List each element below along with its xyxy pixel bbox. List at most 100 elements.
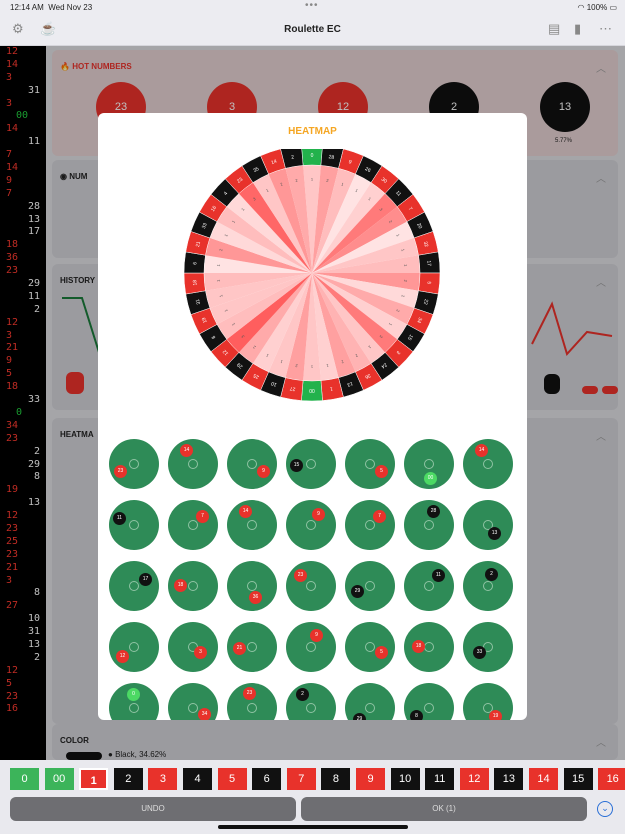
- heatmap-cell: 7: [168, 500, 218, 550]
- cell-ball: 12: [116, 650, 129, 663]
- number-key-8[interactable]: 8: [321, 768, 351, 790]
- cell-center-ring: [483, 581, 493, 591]
- number-key-14[interactable]: 14: [529, 768, 558, 790]
- battery-percent: 100%: [586, 3, 608, 12]
- cell-ball: 11: [432, 569, 445, 582]
- cell-center-ring: [247, 459, 257, 469]
- number-key-5[interactable]: 5: [217, 768, 247, 790]
- cell-ball: 9: [257, 465, 270, 478]
- number-key-3[interactable]: 3: [148, 768, 178, 790]
- cell-center-ring: [188, 520, 198, 530]
- number-key-00[interactable]: 00: [44, 768, 74, 790]
- wifi-icon: ◠: [577, 3, 585, 12]
- heatmap-cell: 23: [109, 439, 159, 489]
- bar-chart-icon[interactable]: ▮: [574, 21, 581, 37]
- cell-center-ring: [129, 459, 139, 469]
- cell-center-ring: [129, 642, 139, 652]
- cell-center-ring: [424, 459, 434, 469]
- cell-ball: 9: [312, 508, 325, 521]
- cell-center-ring: [365, 642, 375, 652]
- cell-center-ring: [129, 520, 139, 530]
- heatmap-cell: 21: [227, 622, 277, 672]
- cell-ball: 9: [310, 629, 323, 642]
- cell-ball: 28: [427, 505, 440, 518]
- cell-center-ring: [188, 459, 198, 469]
- wheel-pocket-label: 17: [425, 260, 431, 266]
- heatmap-cell: 18: [168, 561, 218, 611]
- cell-ball: 21: [233, 642, 246, 655]
- cell-center-ring: [365, 703, 375, 713]
- cell-center-ring: [188, 581, 198, 591]
- cell-center-ring: [247, 520, 257, 530]
- number-key-2[interactable]: 2: [113, 768, 143, 790]
- app-title: Roulette EC: [284, 24, 341, 35]
- chevron-down-icon[interactable]: ⌄: [597, 801, 613, 817]
- roulette-wheel-heatmap: 0128291261301113 722013211715222134215133…: [183, 149, 441, 402]
- number-key-4[interactable]: 4: [183, 768, 212, 790]
- cell-center-ring: [306, 642, 316, 652]
- status-bar: 12:14 AM Wed Nov 23 ••• ◠ 100% ▭: [0, 0, 625, 14]
- heatmap-cell: 11: [109, 500, 159, 550]
- number-key-1[interactable]: 1: [79, 768, 109, 790]
- cell-ball: 7: [196, 510, 209, 523]
- number-key-9[interactable]: 9: [356, 768, 385, 790]
- cell-ball: 15: [290, 459, 303, 472]
- number-key-0[interactable]: 0: [10, 768, 39, 790]
- cell-ball: 00: [424, 472, 437, 485]
- cell-center-ring: [306, 581, 316, 591]
- heatmap-cell: 7: [345, 500, 395, 550]
- number-key-10[interactable]: 10: [390, 768, 420, 790]
- heatmap-cell: 5: [345, 622, 395, 672]
- undo-button[interactable]: UNDO: [10, 797, 296, 821]
- cell-center-ring: [365, 581, 375, 591]
- number-key-15[interactable]: 15: [563, 768, 593, 790]
- wheel-pocket-label: 18: [192, 279, 198, 285]
- ok-button[interactable]: OK (1): [301, 797, 587, 821]
- cell-ball: 11: [113, 512, 126, 525]
- status-time: 12:14 AM Wed Nov 23: [10, 3, 93, 12]
- multitask-dots-icon[interactable]: •••: [305, 0, 319, 11]
- number-key-13[interactable]: 13: [494, 768, 524, 790]
- heatmap-cell: 14: [227, 500, 277, 550]
- cell-ball: 23: [243, 687, 256, 700]
- calendar-icon[interactable]: ▤: [548, 21, 560, 37]
- number-key-11[interactable]: 11: [425, 768, 455, 790]
- heatmap-cell: 9: [227, 439, 277, 489]
- cell-center-ring: [247, 581, 257, 591]
- cell-ball: 8: [410, 710, 423, 720]
- heatmap-cell: 12: [109, 622, 159, 672]
- heatmap-cell: 23: [227, 683, 277, 720]
- cell-ball: 0: [127, 688, 140, 701]
- cell-ball: 34: [198, 708, 211, 720]
- more-icon[interactable]: ⋯: [599, 21, 612, 37]
- cell-center-ring: [365, 520, 375, 530]
- heatmap-cell: 29: [345, 683, 395, 720]
- heatmap-cell: 33: [463, 622, 513, 672]
- cell-ball: 33: [473, 646, 486, 659]
- number-keypad: 0 00 1 2 3 4 5 6 7 8 9 10 11 12 13 14 15 16 UNDO OK (1) ⌄: [0, 760, 625, 834]
- cell-center-ring: [424, 520, 434, 530]
- cell-center-ring: [424, 703, 434, 713]
- heatmap-cell: 9: [286, 622, 336, 672]
- cell-center-ring: [306, 703, 316, 713]
- cell-center-ring: [129, 703, 139, 713]
- cell-center-ring: [306, 459, 316, 469]
- heatmap-cell: 17: [109, 561, 159, 611]
- heatmap-cell: 29: [345, 561, 395, 611]
- number-key-12[interactable]: 12: [459, 768, 489, 790]
- number-key-16[interactable]: 16: [598, 768, 625, 790]
- cell-ball: 5: [375, 646, 388, 659]
- heatmap-cell: 14: [463, 439, 513, 489]
- cell-ball: 17: [139, 573, 152, 586]
- cell-center-ring: [483, 459, 493, 469]
- heatmap-cell: 2: [463, 561, 513, 611]
- number-key-6[interactable]: 6: [252, 768, 282, 790]
- wheel-pocket-label: 00: [309, 387, 315, 393]
- cell-center-ring: [306, 520, 316, 530]
- heatmap-cell: 19: [463, 683, 513, 720]
- cell-ball: 3: [194, 646, 207, 659]
- number-key-7[interactable]: 7: [286, 768, 316, 790]
- cell-ball: 29: [353, 713, 366, 720]
- cell-center-ring: [247, 642, 257, 652]
- cell-ball: 14: [239, 505, 252, 518]
